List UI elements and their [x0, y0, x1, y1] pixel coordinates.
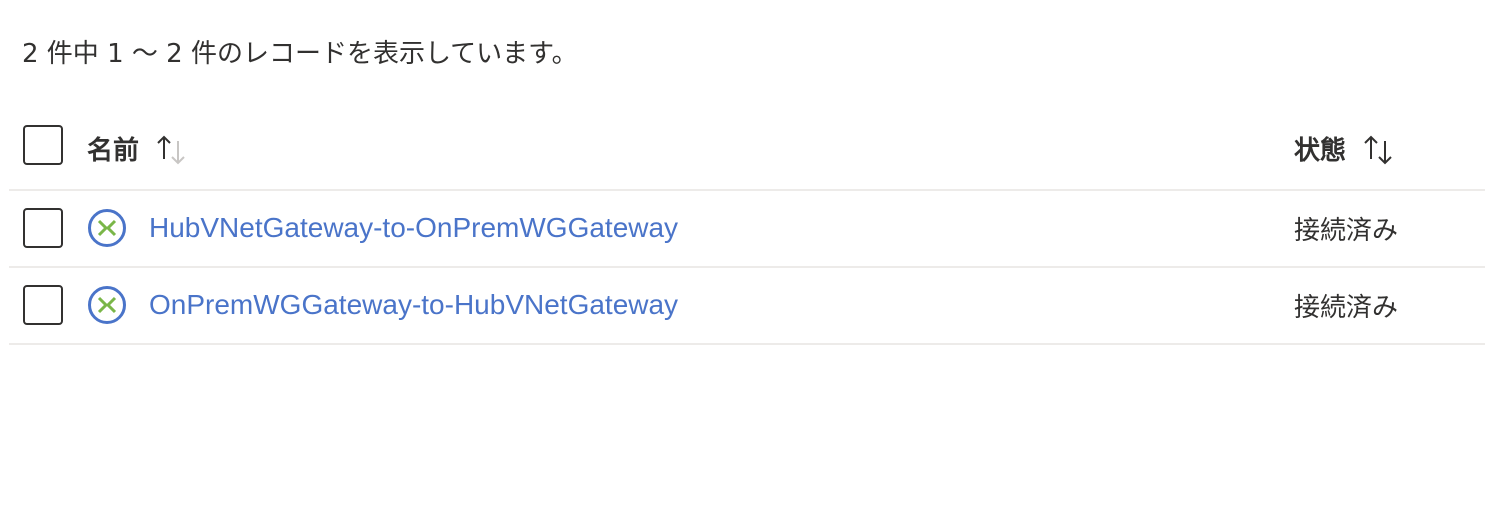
connection-name-link[interactable]: HubVNetGateway-to-OnPremWGGateway: [149, 212, 678, 244]
sort-descending-icon: [171, 141, 185, 165]
sort-ascending-icon: [157, 135, 171, 159]
row-checkbox[interactable]: [23, 208, 63, 248]
connection-icon: [88, 286, 126, 324]
column-header-name-label: 名前: [87, 135, 140, 166]
table-row[interactable]: HubVNetGateway-to-OnPremWGGateway 接続済み: [9, 191, 1485, 268]
connection-name-link[interactable]: OnPremWGGateway-to-HubVNetGateway: [149, 289, 678, 321]
row-checkbox[interactable]: [23, 285, 63, 325]
sort-toggle-status[interactable]: [1364, 130, 1392, 166]
column-header-name[interactable]: 名前: [87, 126, 185, 170]
record-count-summary: 2 件中 1 ～ 2 件のレコードを表示しています。: [22, 39, 578, 69]
sort-ascending-icon: [1364, 135, 1378, 159]
connections-table: 名前 状態 HubVNetGateway-to-OnPremWGGateway …: [9, 108, 1485, 345]
table-header-row: 名前 状態: [9, 108, 1485, 191]
status-cell: 接続済み: [1294, 292, 1399, 323]
column-header-status[interactable]: 状態: [1294, 126, 1392, 170]
sort-toggle-name[interactable]: [157, 130, 185, 166]
name-cell: HubVNetGateway-to-OnPremWGGateway: [87, 206, 678, 250]
sort-descending-icon: [1378, 141, 1392, 165]
name-cell: OnPremWGGateway-to-HubVNetGateway: [87, 283, 678, 327]
column-header-status-label: 状態: [1294, 135, 1347, 166]
connection-icon: [88, 209, 126, 247]
select-all-checkbox[interactable]: [23, 125, 63, 165]
table-row[interactable]: OnPremWGGateway-to-HubVNetGateway 接続済み: [9, 268, 1485, 345]
status-cell: 接続済み: [1294, 215, 1399, 246]
